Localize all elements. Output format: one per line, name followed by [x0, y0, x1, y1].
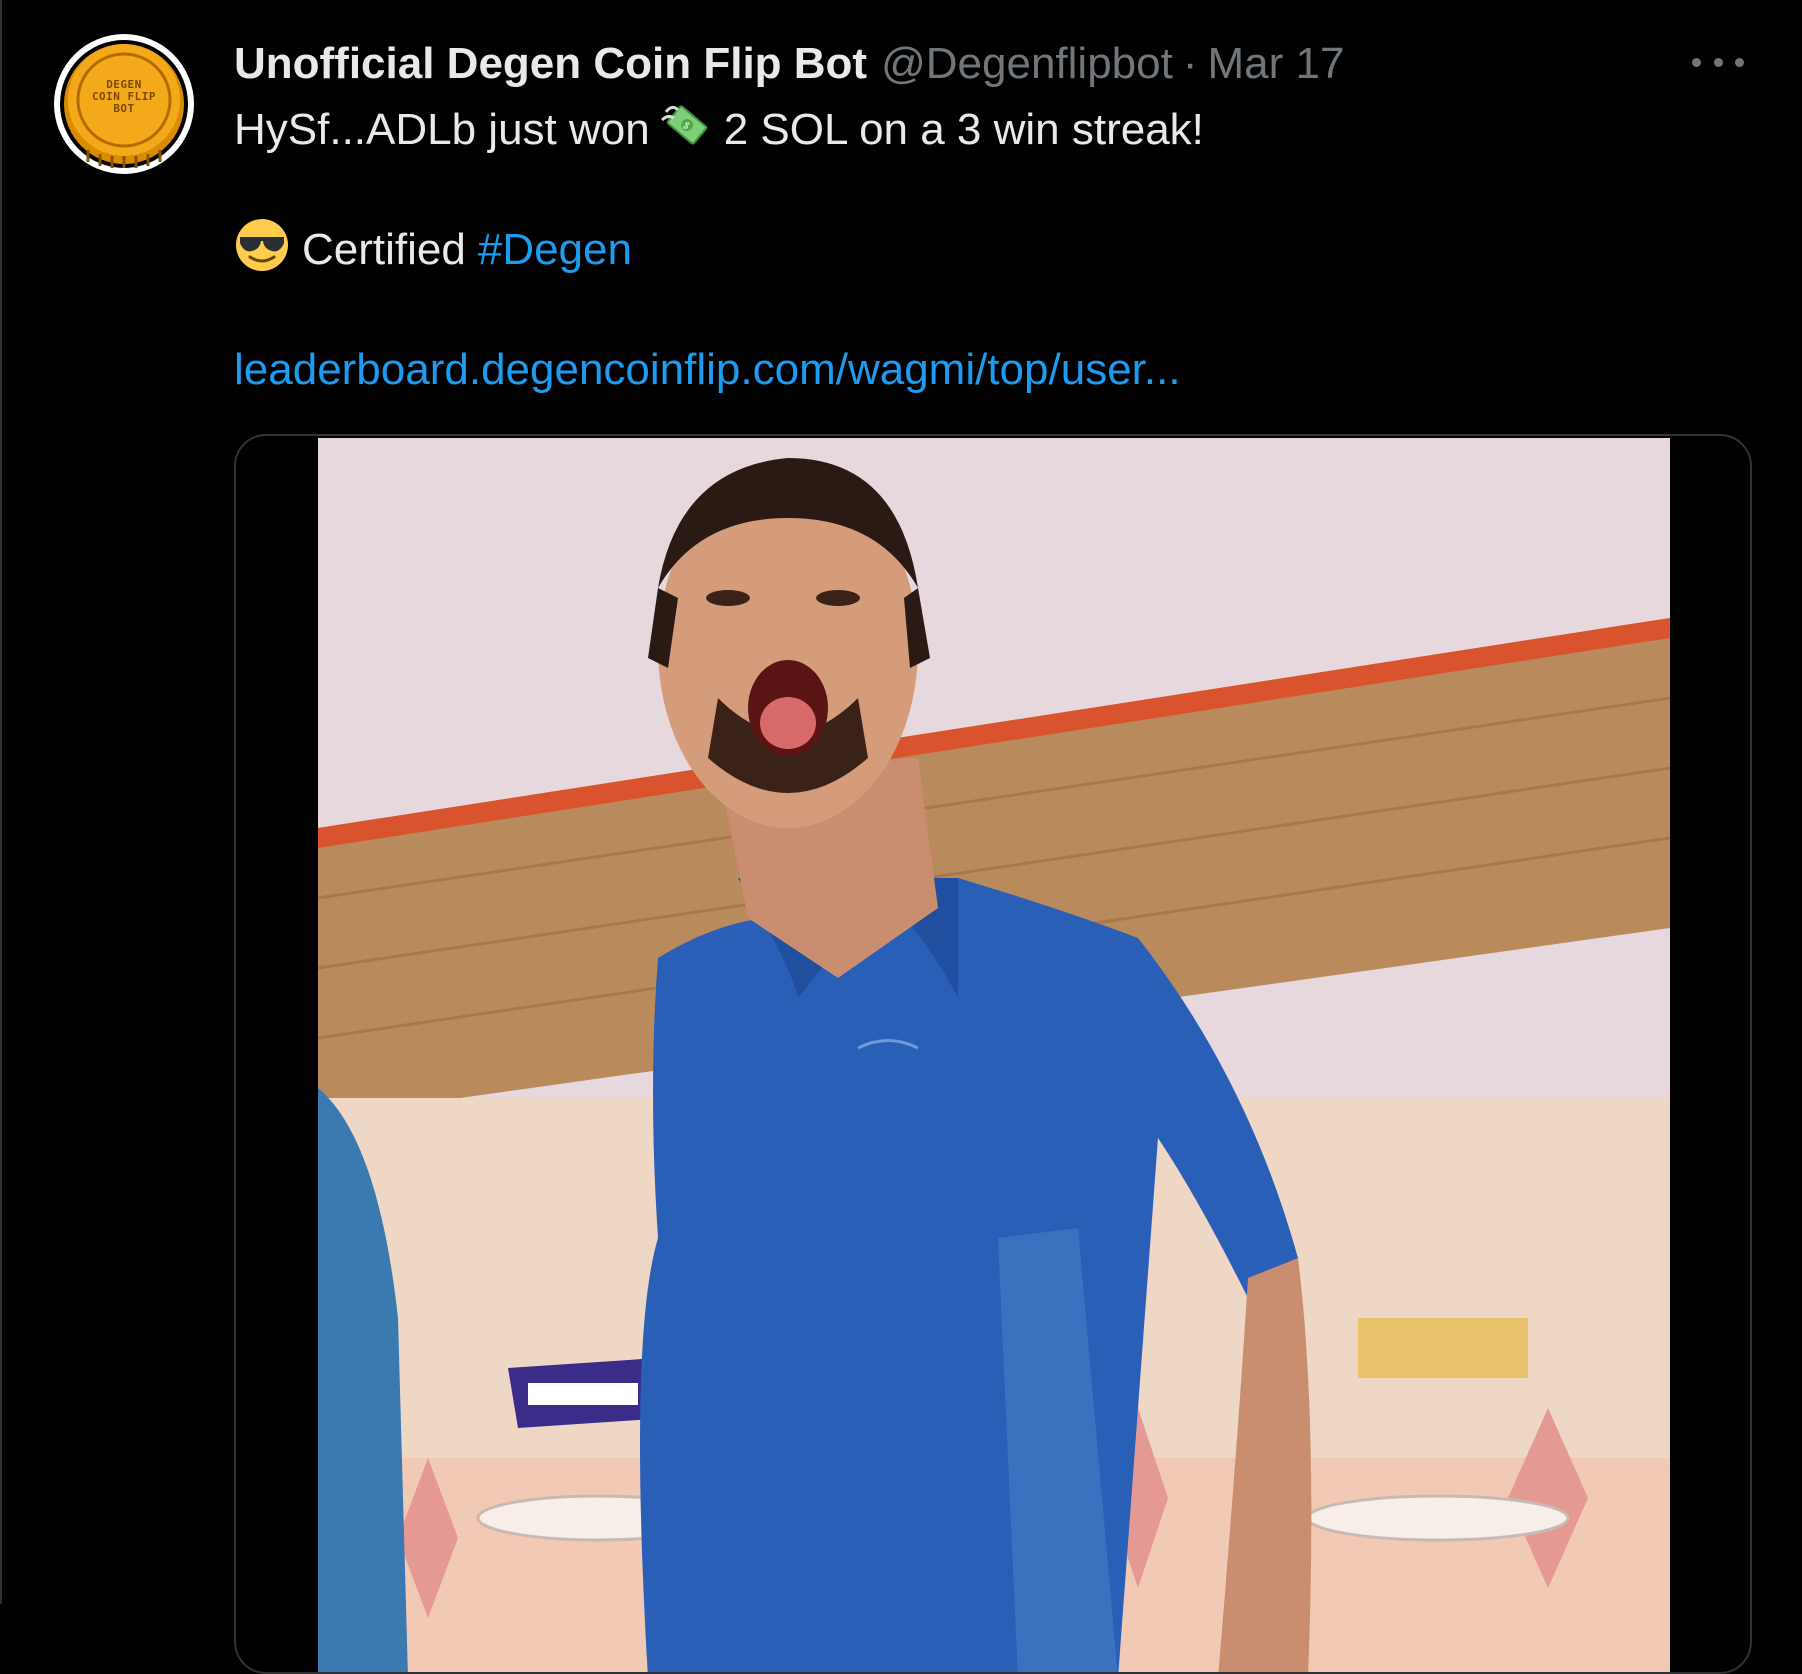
tweet-text-line-2: Certified #Degen	[234, 218, 632, 282]
dot	[1735, 57, 1744, 67]
avatar-label-line: BOT	[113, 102, 135, 115]
avatar[interactable]: DEGEN COIN FLIP BOT	[54, 34, 194, 174]
dot	[1692, 57, 1701, 67]
tweet-header: Unofficial Degen Coin Flip Bot @Degenfli…	[234, 34, 1344, 94]
tweet-media[interactable]	[234, 434, 1752, 1674]
dot	[1713, 57, 1723, 67]
gif-image[interactable]	[318, 438, 1670, 1672]
tweet-text-line-3: leaderboard.degencoinflip.com/wagmi/top/…	[234, 338, 1181, 402]
tweet-text: Certified	[302, 225, 466, 274]
tweet-text: 2 SOL on a 3 win streak!	[723, 105, 1204, 154]
avatar-label: DEGEN COIN FLIP BOT	[54, 79, 194, 115]
leaderboard-link[interactable]: leaderboard.degencoinflip.com/wagmi/top/…	[234, 345, 1181, 395]
tweet-text: HySf...ADLb just won	[234, 105, 650, 154]
author-handle[interactable]: @Degenflipbot	[881, 39, 1173, 89]
tweet-date[interactable]: Mar 17	[1208, 39, 1345, 89]
tweet-text-line-1: HySf...ADLb just won $ 2 SOL on a 3 win …	[234, 98, 1204, 162]
money-with-wings-emoji-icon: $	[660, 98, 714, 163]
tweet-card[interactable]: DEGEN COIN FLIP BOT Unofficial Degen Coi…	[0, 0, 1802, 1674]
sunglasses-emoji-icon	[234, 217, 290, 284]
hashtag-link[interactable]: #Degen	[478, 225, 632, 275]
more-dots-icon[interactable]	[1692, 50, 1744, 74]
separator-dot: ·	[1182, 39, 1198, 88]
author-display-name[interactable]: Unofficial Degen Coin Flip Bot	[234, 39, 867, 89]
